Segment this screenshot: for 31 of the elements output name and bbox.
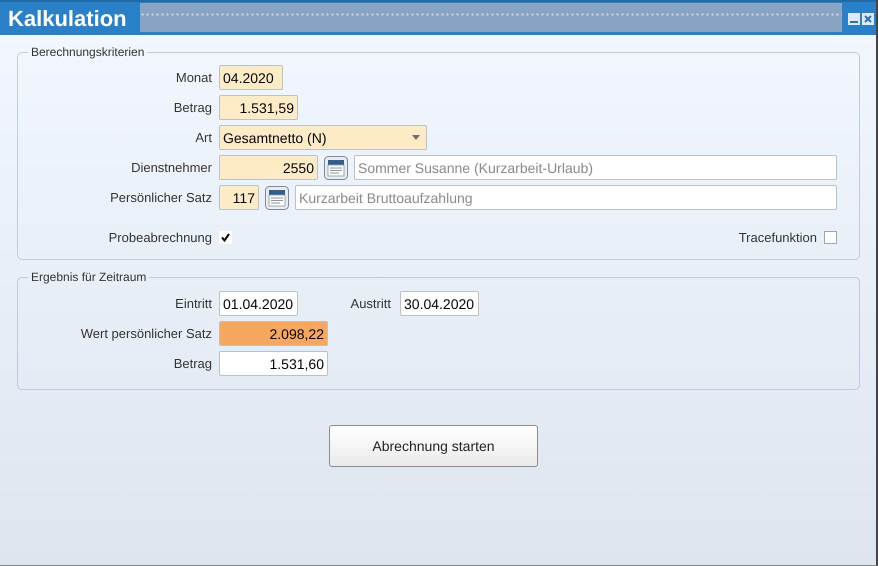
rate-value-field[interactable]: 2.098,22 (219, 321, 328, 346)
group-title: Berechnungskriterien (30, 45, 146, 59)
minimize-icon[interactable] (848, 12, 860, 24)
field-label: Monat (174, 70, 212, 85)
amount-field[interactable]: 1.531,59 (219, 95, 298, 120)
field-label: Dienstnehmer (130, 160, 212, 175)
window-title: Kalkulation (8, 6, 128, 32)
checkbox[interactable] (824, 230, 837, 244)
field-label: Art (194, 130, 212, 145)
calendar-icon[interactable] (324, 156, 348, 180)
employee-number-field[interactable]: 2550 (219, 155, 318, 180)
start-calculation-button[interactable]: Abrechnung starten (329, 425, 538, 467)
month-field[interactable]: 04.2020 (219, 65, 283, 90)
field-label: Betrag (172, 356, 212, 371)
result-amount-field[interactable]: 1.531,60 (219, 351, 328, 376)
checkbox[interactable] (219, 230, 232, 244)
field-label: Eintritt (174, 296, 212, 311)
type-dropdown[interactable]: Gesamtnetto (N) (219, 125, 427, 150)
dropdown-caret-icon (412, 135, 420, 140)
rate-number-field[interactable]: 117 (219, 185, 259, 210)
checkbox-label: Tracefunktion (738, 230, 817, 244)
field-label: Persönlicher Satz (109, 190, 212, 205)
entry-date-field[interactable]: 01.04.2020 (219, 291, 298, 316)
calendar-icon[interactable] (265, 186, 289, 210)
field-label: Austritt (350, 296, 391, 311)
field-label: Wert persönlicher Satz (80, 326, 212, 341)
exit-date-field[interactable]: 30.04.2020 (400, 291, 479, 316)
group-title: Ergebnis für Zeitraum (30, 270, 148, 284)
checkbox-label: Probeabrechnung (108, 230, 212, 244)
field-label: Betrag (172, 100, 212, 115)
close-icon[interactable] (862, 12, 874, 24)
